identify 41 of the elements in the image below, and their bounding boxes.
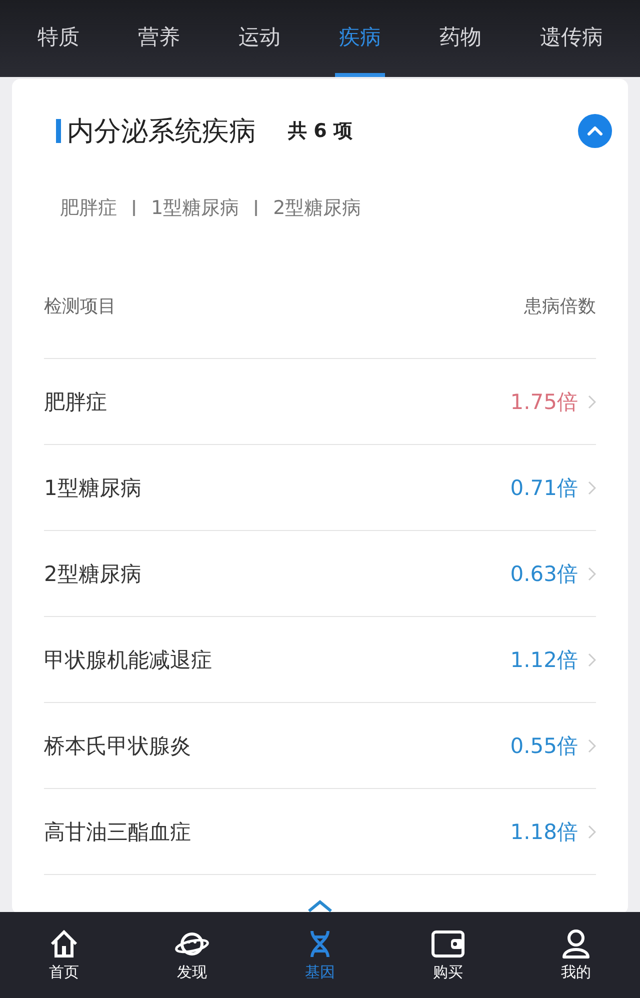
chevron-right-icon[interactable]	[588, 738, 596, 752]
risk-value: 1.18倍	[510, 818, 578, 846]
nav-item[interactable]: 购买	[408, 928, 488, 982]
chevron-right-icon[interactable]	[588, 480, 596, 494]
category-tab[interactable]: 药物	[435, 0, 486, 77]
disease-name: 2型糖尿病	[44, 560, 142, 588]
home-icon	[49, 928, 79, 958]
item-count: 共 6 项	[288, 119, 352, 144]
nav-item[interactable]: 基因	[280, 928, 360, 982]
chevron-right-icon[interactable]	[588, 652, 596, 666]
category-tab[interactable]: 特质	[33, 0, 84, 77]
wallet-icon	[431, 928, 465, 958]
accent-bar	[56, 119, 61, 143]
disease-name: 1型糖尿病	[44, 474, 142, 502]
chevron-right-icon[interactable]	[588, 394, 596, 408]
disease-tag[interactable]: 2型糖尿病	[273, 195, 362, 221]
category-tab[interactable]: 遗传病	[536, 0, 607, 77]
category-tab[interactable]: 运动	[234, 0, 284, 77]
caret-up-icon[interactable]	[307, 900, 333, 912]
disease-name: 甲状腺机能减退症	[44, 646, 212, 674]
nav-item[interactable]: 首页	[24, 928, 104, 982]
category-tab[interactable]: 营养	[134, 0, 184, 77]
chevron-right-icon[interactable]	[588, 824, 596, 838]
collapse-icon[interactable]	[578, 114, 612, 148]
risk-value: 0.55倍	[510, 732, 578, 760]
risk-value: 1.12倍	[510, 646, 578, 674]
disease-tag[interactable]: 1型糖尿病	[151, 195, 240, 221]
disease-name: 桥本氏甲状腺炎	[44, 732, 191, 760]
nav-item[interactable]: 我的	[536, 928, 616, 982]
nav-item[interactable]: 发现	[152, 928, 232, 982]
disease-name: 肥胖症	[44, 388, 107, 416]
user-icon	[561, 928, 591, 958]
disease-tag[interactable]: 肥胖症	[60, 195, 117, 221]
chevron-right-icon[interactable]	[588, 566, 596, 580]
risk-value: 1.75倍	[510, 388, 578, 416]
column-header: 检测项目	[44, 294, 116, 318]
section-title: 内分泌系统疾病	[67, 115, 256, 149]
risk-value: 0.63倍	[510, 560, 578, 588]
column-header: 患病倍数	[524, 294, 596, 318]
disease-name: 高甘油三酯血症	[44, 818, 191, 846]
risk-value: 0.71倍	[510, 474, 578, 502]
